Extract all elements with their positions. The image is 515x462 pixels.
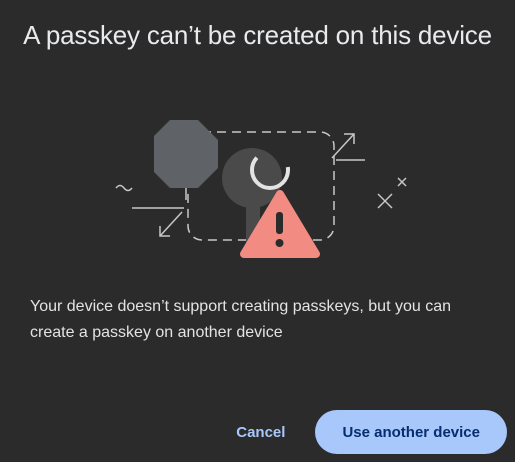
dialog-title: A passkey can’t be created on this devic… bbox=[23, 20, 492, 50]
passkey-dialog: A passkey can’t be created on this devic… bbox=[0, 0, 515, 462]
arrow-up-right-icon bbox=[331, 133, 365, 161]
use-another-device-button[interactable]: Use another device bbox=[315, 410, 507, 454]
squiggle-shape bbox=[115, 184, 133, 192]
octagon-shape bbox=[154, 120, 218, 188]
cancel-button[interactable]: Cancel bbox=[214, 410, 307, 454]
arrow-down-left-icon bbox=[132, 207, 184, 237]
passkey-error-illustration bbox=[115, 120, 407, 258]
x-marks bbox=[377, 177, 407, 209]
dialog-actions: Cancel Use another device bbox=[214, 410, 507, 454]
dialog-message: Your device doesn’t support creating pas… bbox=[30, 298, 451, 341]
